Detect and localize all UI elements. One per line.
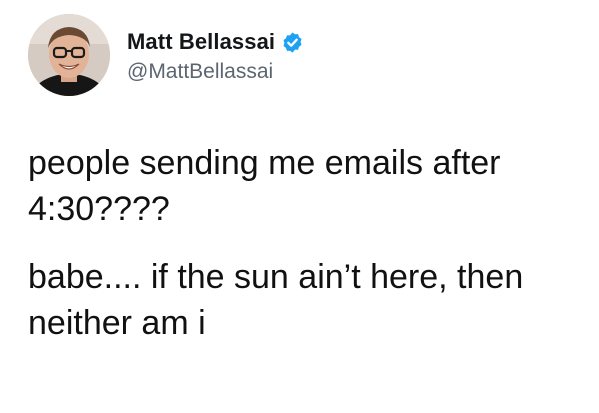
author-names: Matt Bellassai @MattBellassai xyxy=(127,26,304,84)
verified-badge-icon xyxy=(281,31,304,54)
display-name-row: Matt Bellassai xyxy=(127,26,304,58)
avatar-photo xyxy=(28,14,110,96)
tweet-line: neither am i xyxy=(28,304,206,342)
tweet-header: Matt Bellassai @MattBellassai xyxy=(28,14,304,96)
tweet-line: 4:30???? xyxy=(28,190,170,228)
tweet-paragraph-1: people sending me emails after 4:30???? xyxy=(28,140,588,232)
tweet-line: babe.... if the sun ain’t here, then xyxy=(28,258,524,296)
author-handle[interactable]: @MattBellassai xyxy=(127,60,304,84)
tweet-card: Matt Bellassai @MattBellassai people sen… xyxy=(0,0,599,413)
tweet-text: people sending me emails after 4:30???? … xyxy=(28,140,588,346)
avatar[interactable] xyxy=(28,14,110,96)
display-name[interactable]: Matt Bellassai xyxy=(127,29,275,55)
tweet-paragraph-2: babe.... if the sun ain’t here, then nei… xyxy=(28,254,588,346)
tweet-line: people sending me emails after xyxy=(28,144,501,182)
